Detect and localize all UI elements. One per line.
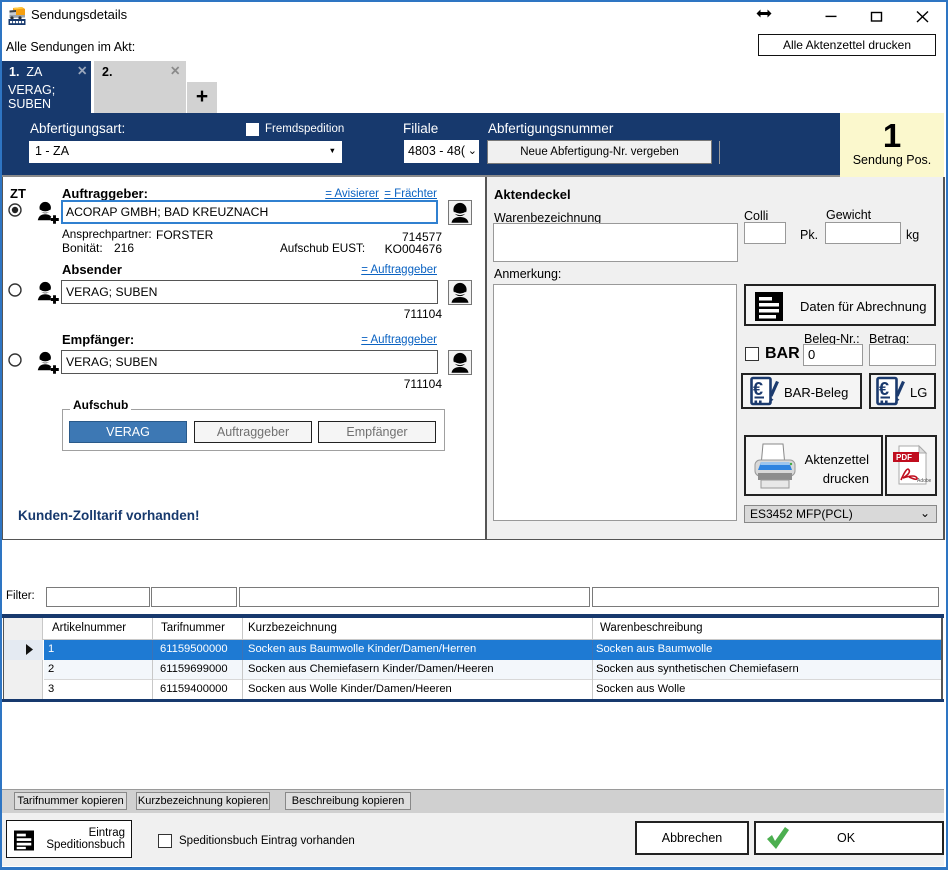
svg-text:€: € bbox=[753, 379, 763, 399]
svg-text:PDF: PDF bbox=[896, 453, 912, 462]
svg-text:Adobe: Adobe bbox=[917, 478, 931, 484]
svg-text:€: € bbox=[879, 379, 889, 399]
